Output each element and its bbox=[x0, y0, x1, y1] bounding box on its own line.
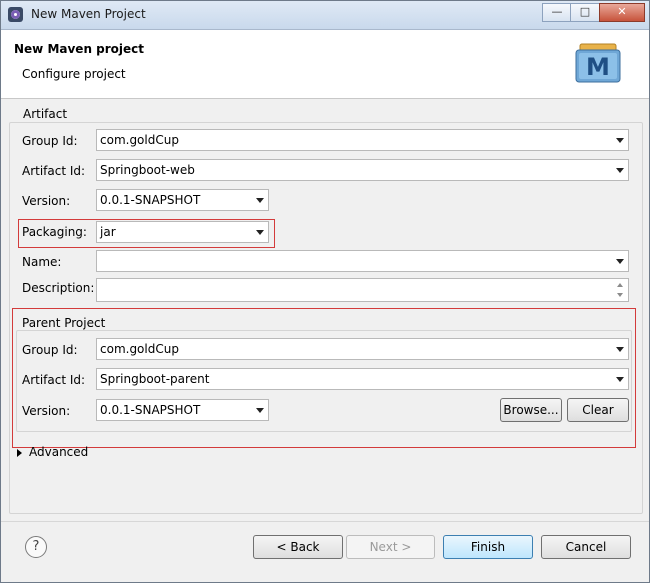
dropdown-arrow-icon bbox=[616, 168, 624, 173]
group-id-value: com.goldCup bbox=[100, 133, 179, 147]
minimize-button[interactable]: — bbox=[542, 3, 572, 22]
packaging-value: jar bbox=[100, 225, 116, 239]
packaging-combo[interactable]: jar bbox=[96, 221, 269, 243]
dropdown-arrow-icon bbox=[256, 408, 264, 413]
parent-version-label: Version: bbox=[22, 404, 71, 418]
description-textarea[interactable] bbox=[96, 278, 629, 302]
parent-group-id-value: com.goldCup bbox=[100, 342, 179, 356]
advanced-toggle[interactable]: Advanced bbox=[29, 445, 88, 459]
eclipse-icon bbox=[8, 7, 23, 22]
page-subtitle: Configure project bbox=[22, 67, 126, 81]
close-button[interactable]: ✕ bbox=[599, 3, 645, 22]
scroll-down-icon[interactable] bbox=[617, 293, 623, 297]
version-value: 0.0.1-SNAPSHOT bbox=[100, 193, 201, 207]
artifact-id-value: Springboot-web bbox=[100, 163, 195, 177]
dropdown-arrow-icon bbox=[616, 259, 624, 264]
group-id-combo[interactable]: com.goldCup bbox=[96, 129, 629, 151]
clear-button[interactable]: Clear bbox=[567, 398, 629, 422]
scroll-up-icon[interactable] bbox=[617, 283, 623, 287]
logo-letter: M bbox=[586, 53, 610, 81]
page-title: New Maven project bbox=[14, 42, 145, 56]
parent-legend: Parent Project bbox=[20, 316, 108, 330]
back-button[interactable]: < Back bbox=[253, 535, 343, 559]
parent-version-combo[interactable]: 0.0.1-SNAPSHOT bbox=[96, 399, 269, 421]
dropdown-arrow-icon bbox=[616, 138, 624, 143]
wizard-header: New Maven project Configure project M bbox=[1, 30, 649, 99]
dropdown-arrow-icon bbox=[256, 198, 264, 203]
maven-project-dialog: New Maven Project — □ ✕ New Maven projec… bbox=[0, 0, 650, 583]
maven-logo-icon: M bbox=[575, 43, 621, 83]
parent-artifact-id-combo[interactable]: Springboot-parent bbox=[96, 368, 629, 390]
parent-artifact-id-label: Artifact Id: bbox=[22, 373, 86, 387]
artifact-legend: Artifact bbox=[21, 107, 70, 121]
description-label: Description: bbox=[22, 281, 95, 295]
artifact-id-combo[interactable]: Springboot-web bbox=[96, 159, 629, 181]
cancel-button[interactable]: Cancel bbox=[541, 535, 631, 559]
help-icon[interactable]: ? bbox=[25, 536, 47, 558]
next-button[interactable]: Next > bbox=[346, 535, 435, 559]
version-label: Version: bbox=[22, 194, 71, 208]
finish-button[interactable]: Finish bbox=[443, 535, 533, 559]
footer-divider bbox=[1, 521, 649, 522]
expand-arrow-icon[interactable] bbox=[17, 449, 22, 457]
parent-group-id-label: Group Id: bbox=[22, 343, 78, 357]
version-combo[interactable]: 0.0.1-SNAPSHOT bbox=[96, 189, 269, 211]
parent-version-value: 0.0.1-SNAPSHOT bbox=[100, 403, 201, 417]
maximize-button[interactable]: □ bbox=[570, 3, 600, 22]
name-label: Name: bbox=[22, 255, 62, 269]
dropdown-arrow-icon bbox=[616, 347, 624, 352]
group-id-label: Group Id: bbox=[22, 134, 78, 148]
browse-button[interactable]: Browse... bbox=[500, 398, 562, 422]
packaging-label: Packaging: bbox=[22, 225, 87, 239]
window-title: New Maven Project bbox=[31, 7, 146, 21]
parent-artifact-id-value: Springboot-parent bbox=[100, 372, 210, 386]
title-bar: New Maven Project — □ ✕ bbox=[1, 1, 649, 30]
parent-group-id-combo[interactable]: com.goldCup bbox=[96, 338, 629, 360]
artifact-id-label: Artifact Id: bbox=[22, 164, 86, 178]
dropdown-arrow-icon bbox=[256, 230, 264, 235]
dropdown-arrow-icon bbox=[616, 377, 624, 382]
name-combo[interactable] bbox=[96, 250, 629, 272]
